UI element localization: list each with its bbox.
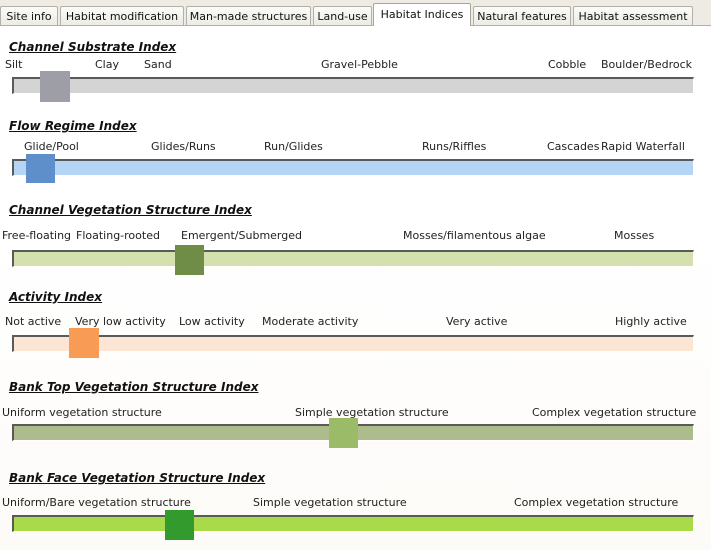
tab-habitat-indices[interactable]: Habitat Indices	[373, 3, 471, 26]
bank-top-vegetation-slider-thumb[interactable]	[329, 418, 358, 448]
scale-label: Simple vegetation structure	[253, 496, 407, 509]
habitat-indices-panel: Channel Substrate Index Silt Clay Sand G…	[0, 26, 711, 550]
scale-label: Runs/Riffles	[422, 140, 487, 153]
scale-label: Boulder/Bedrock	[601, 58, 693, 71]
channel-substrate-slider-track[interactable]	[12, 77, 694, 94]
scale-label: Highly active	[615, 315, 687, 328]
scale-label: Sand	[144, 58, 172, 71]
channel-substrate-slider-thumb[interactable]	[40, 71, 70, 102]
scale-label: Gravel-Pebble	[321, 58, 398, 71]
activity-slider-track[interactable]	[12, 335, 694, 352]
scale-label: Glide/Pool	[24, 140, 79, 153]
bank-top-vegetation-title: Bank Top Vegetation Structure Index	[9, 380, 259, 394]
scale-label: Free-floating	[2, 229, 72, 242]
scale-label: Silt	[5, 58, 23, 71]
scale-label: Mosses/filamentous algae	[403, 229, 546, 242]
scale-label: Uniform/Bare vegetation structure	[2, 496, 191, 509]
bank-face-vegetation-title: Bank Face Vegetation Structure Index	[9, 471, 266, 485]
bank-face-vegetation-slider-track[interactable]	[12, 515, 694, 532]
activity-index-title: Activity Index	[9, 290, 103, 304]
tab-man-made-structures[interactable]: Man-made structures	[186, 6, 311, 25]
scale-label: Rapid Waterfall	[601, 140, 685, 153]
tab-bar: Site info Habitat modification Man-made …	[0, 0, 711, 26]
scale-label: Clay	[95, 58, 119, 71]
scale-label: Emergent/Submerged	[181, 229, 302, 242]
flow-regime-slider-thumb[interactable]	[26, 154, 55, 183]
scale-label: Uniform vegetation structure	[2, 406, 162, 419]
scale-label: Run/Glides	[264, 140, 323, 153]
scale-label: Very low activity	[75, 315, 166, 328]
flow-regime-slider-track[interactable]	[12, 159, 694, 176]
scale-label: Glides/Runs	[151, 140, 216, 153]
scale-label: Complex vegetation structure	[514, 496, 679, 509]
scale-label: Cascades	[547, 140, 600, 153]
channel-vegetation-slider-track[interactable]	[12, 250, 694, 267]
flow-regime-title: Flow Regime Index	[9, 119, 137, 133]
scale-label: Simple vegetation structure	[295, 406, 449, 419]
channel-vegetation-title: Channel Vegetation Structure Index	[9, 203, 252, 217]
tab-habitat-assessment[interactable]: Habitat assessment	[573, 6, 693, 25]
channel-substrate-title: Channel Substrate Index	[9, 40, 177, 54]
bank-face-vegetation-slider-thumb[interactable]	[165, 510, 194, 540]
activity-slider-thumb[interactable]	[69, 328, 99, 358]
tab-site-info[interactable]: Site info	[0, 6, 58, 25]
scale-label: Not active	[5, 315, 62, 328]
scale-label: Mosses	[614, 229, 655, 242]
channel-vegetation-slider-thumb[interactable]	[175, 245, 204, 275]
scale-label: Floating-rooted	[76, 229, 160, 242]
tab-natural-features[interactable]: Natural features	[473, 6, 571, 25]
tab-land-use[interactable]: Land-use	[313, 6, 372, 25]
scale-label: Complex vegetation structure	[532, 406, 697, 419]
scale-label: Cobble	[548, 58, 587, 71]
scale-label: Very active	[446, 315, 508, 328]
scale-label: Low activity	[179, 315, 245, 328]
scale-label: Moderate activity	[262, 315, 359, 328]
tab-habitat-modification[interactable]: Habitat modification	[60, 6, 184, 25]
